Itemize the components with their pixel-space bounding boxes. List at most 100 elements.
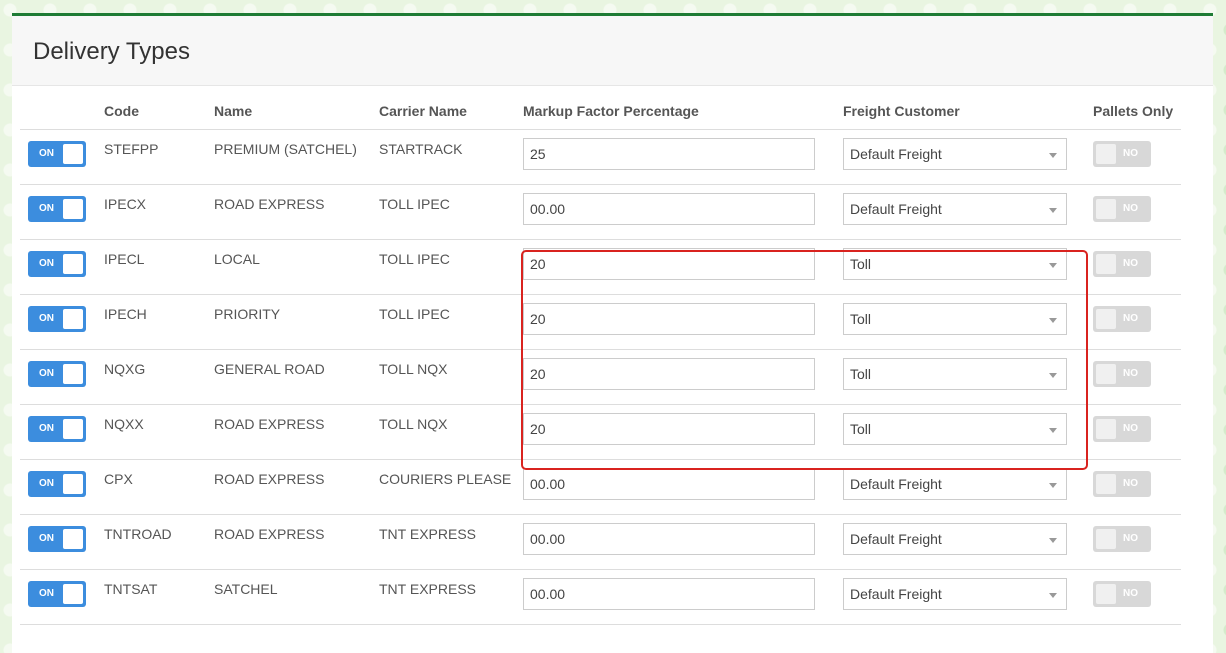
toggle-knob: [63, 474, 83, 494]
toggle-off-label: NO: [1123, 533, 1138, 544]
carrier-cell: STARTRACK: [379, 141, 463, 157]
toggle-knob: [1096, 474, 1116, 494]
toggle-knob: [1096, 144, 1116, 164]
table-row: ON TNTROAD ROAD EXPRESS TNT EXPRESS Defa…: [20, 515, 1181, 570]
pallets-only-toggle[interactable]: NO: [1093, 141, 1151, 167]
enabled-toggle[interactable]: ON: [28, 141, 86, 167]
delivery-types-table: Code Name Carrier Name Markup Factor Per…: [20, 97, 1181, 625]
table-row: ON IPECL LOCAL TOLL IPEC Toll NO: [20, 240, 1181, 295]
page-title: Delivery Types: [33, 38, 190, 65]
toggle-knob: [63, 529, 83, 549]
name-cell: SATCHEL: [214, 581, 278, 597]
name-cell: ROAD EXPRESS: [214, 526, 325, 542]
column-header-carrier[interactable]: Carrier Name: [379, 103, 467, 119]
enabled-toggle[interactable]: ON: [28, 471, 86, 497]
name-cell: ROAD EXPRESS: [214, 416, 325, 432]
carrier-cell: TOLL NQX: [379, 361, 448, 377]
code-cell: TNTSAT: [104, 581, 158, 597]
toggle-knob: [63, 364, 83, 384]
table-row: ON NQXX ROAD EXPRESS TOLL NQX Toll NO: [20, 405, 1181, 460]
chevron-down-icon: [1049, 428, 1057, 433]
toggle-on-label: ON: [39, 258, 54, 269]
toggle-knob: [63, 144, 83, 164]
pallets-only-toggle[interactable]: NO: [1093, 251, 1151, 277]
code-cell: CPX: [104, 471, 133, 487]
table-row: ON IPECH PRIORITY TOLL IPEC Toll NO: [20, 295, 1181, 350]
markup-input[interactable]: [523, 358, 815, 390]
markup-input[interactable]: [523, 138, 815, 170]
chevron-down-icon: [1049, 373, 1057, 378]
chevron-down-icon: [1049, 593, 1057, 598]
freight-customer-select[interactable]: Toll: [843, 303, 1067, 335]
column-header-name[interactable]: Name: [214, 103, 252, 119]
markup-input[interactable]: [523, 523, 815, 555]
name-cell: LOCAL: [214, 251, 260, 267]
pallets-only-toggle[interactable]: NO: [1093, 361, 1151, 387]
pallets-only-toggle[interactable]: NO: [1093, 471, 1151, 497]
markup-input[interactable]: [523, 193, 815, 225]
freight-customer-select[interactable]: Default Freight: [843, 193, 1067, 225]
freight-customer-select[interactable]: Default Freight: [843, 138, 1067, 170]
markup-input[interactable]: [523, 303, 815, 335]
pallets-only-toggle[interactable]: NO: [1093, 416, 1151, 442]
pallets-only-toggle[interactable]: NO: [1093, 581, 1151, 607]
name-cell: PREMIUM (SATCHEL): [214, 141, 357, 157]
carrier-cell: TNT EXPRESS: [379, 526, 476, 542]
toggle-on-label: ON: [39, 423, 54, 434]
carrier-cell: TOLL IPEC: [379, 196, 450, 212]
freight-customer-select[interactable]: Default Freight: [843, 523, 1067, 555]
freight-customer-select[interactable]: Default Freight: [843, 578, 1067, 610]
toggle-knob: [1096, 419, 1116, 439]
carrier-cell: TOLL IPEC: [379, 306, 450, 322]
markup-input[interactable]: [523, 248, 815, 280]
code-cell: IPECL: [104, 251, 145, 267]
toggle-off-label: NO: [1123, 478, 1138, 489]
toggle-on-label: ON: [39, 533, 54, 544]
pallets-only-toggle[interactable]: NO: [1093, 526, 1151, 552]
table-row: ON IPECX ROAD EXPRESS TOLL IPEC Default …: [20, 185, 1181, 240]
name-cell: GENERAL ROAD: [214, 361, 325, 377]
freight-customer-select[interactable]: Toll: [843, 358, 1067, 390]
toggle-knob: [63, 584, 83, 604]
column-header-markup[interactable]: Markup Factor Percentage: [523, 103, 699, 119]
freight-customer-select[interactable]: Toll: [843, 413, 1067, 445]
toggle-knob: [1096, 309, 1116, 329]
toggle-knob: [63, 309, 83, 329]
markup-input[interactable]: [523, 578, 815, 610]
freight-customer-select[interactable]: Toll: [843, 248, 1067, 280]
column-header-freight[interactable]: Freight Customer: [843, 103, 960, 119]
markup-input[interactable]: [523, 413, 815, 445]
toggle-off-label: NO: [1123, 258, 1138, 269]
panel-header: Delivery Types: [12, 16, 1213, 86]
toggle-knob: [1096, 199, 1116, 219]
toggle-off-label: NO: [1123, 203, 1138, 214]
name-cell: ROAD EXPRESS: [214, 471, 325, 487]
chevron-down-icon: [1049, 208, 1057, 213]
pallets-only-toggle[interactable]: NO: [1093, 306, 1151, 332]
toggle-off-label: NO: [1123, 313, 1138, 324]
toggle-on-label: ON: [39, 588, 54, 599]
freight-customer-value: Default Freight: [850, 146, 942, 162]
chevron-down-icon: [1049, 263, 1057, 268]
enabled-toggle[interactable]: ON: [28, 306, 86, 332]
column-header-pallets[interactable]: Pallets Only: [1093, 103, 1173, 119]
code-cell: NQXG: [104, 361, 146, 377]
freight-customer-select[interactable]: Default Freight: [843, 468, 1067, 500]
toggle-on-label: ON: [39, 368, 54, 379]
chevron-down-icon: [1049, 153, 1057, 158]
pallets-only-toggle[interactable]: NO: [1093, 196, 1151, 222]
enabled-toggle[interactable]: ON: [28, 416, 86, 442]
code-cell: IPECH: [104, 306, 147, 322]
toggle-off-label: NO: [1123, 148, 1138, 159]
enabled-toggle[interactable]: ON: [28, 526, 86, 552]
table-row: ON NQXG GENERAL ROAD TOLL NQX Toll NO: [20, 350, 1181, 405]
enabled-toggle[interactable]: ON: [28, 361, 86, 387]
enabled-toggle[interactable]: ON: [28, 196, 86, 222]
toggle-on-label: ON: [39, 478, 54, 489]
code-cell: IPECX: [104, 196, 147, 212]
column-header-code[interactable]: Code: [104, 103, 139, 119]
markup-input[interactable]: [523, 468, 815, 500]
enabled-toggle[interactable]: ON: [28, 581, 86, 607]
enabled-toggle[interactable]: ON: [28, 251, 86, 277]
freight-customer-value: Toll: [850, 256, 872, 272]
